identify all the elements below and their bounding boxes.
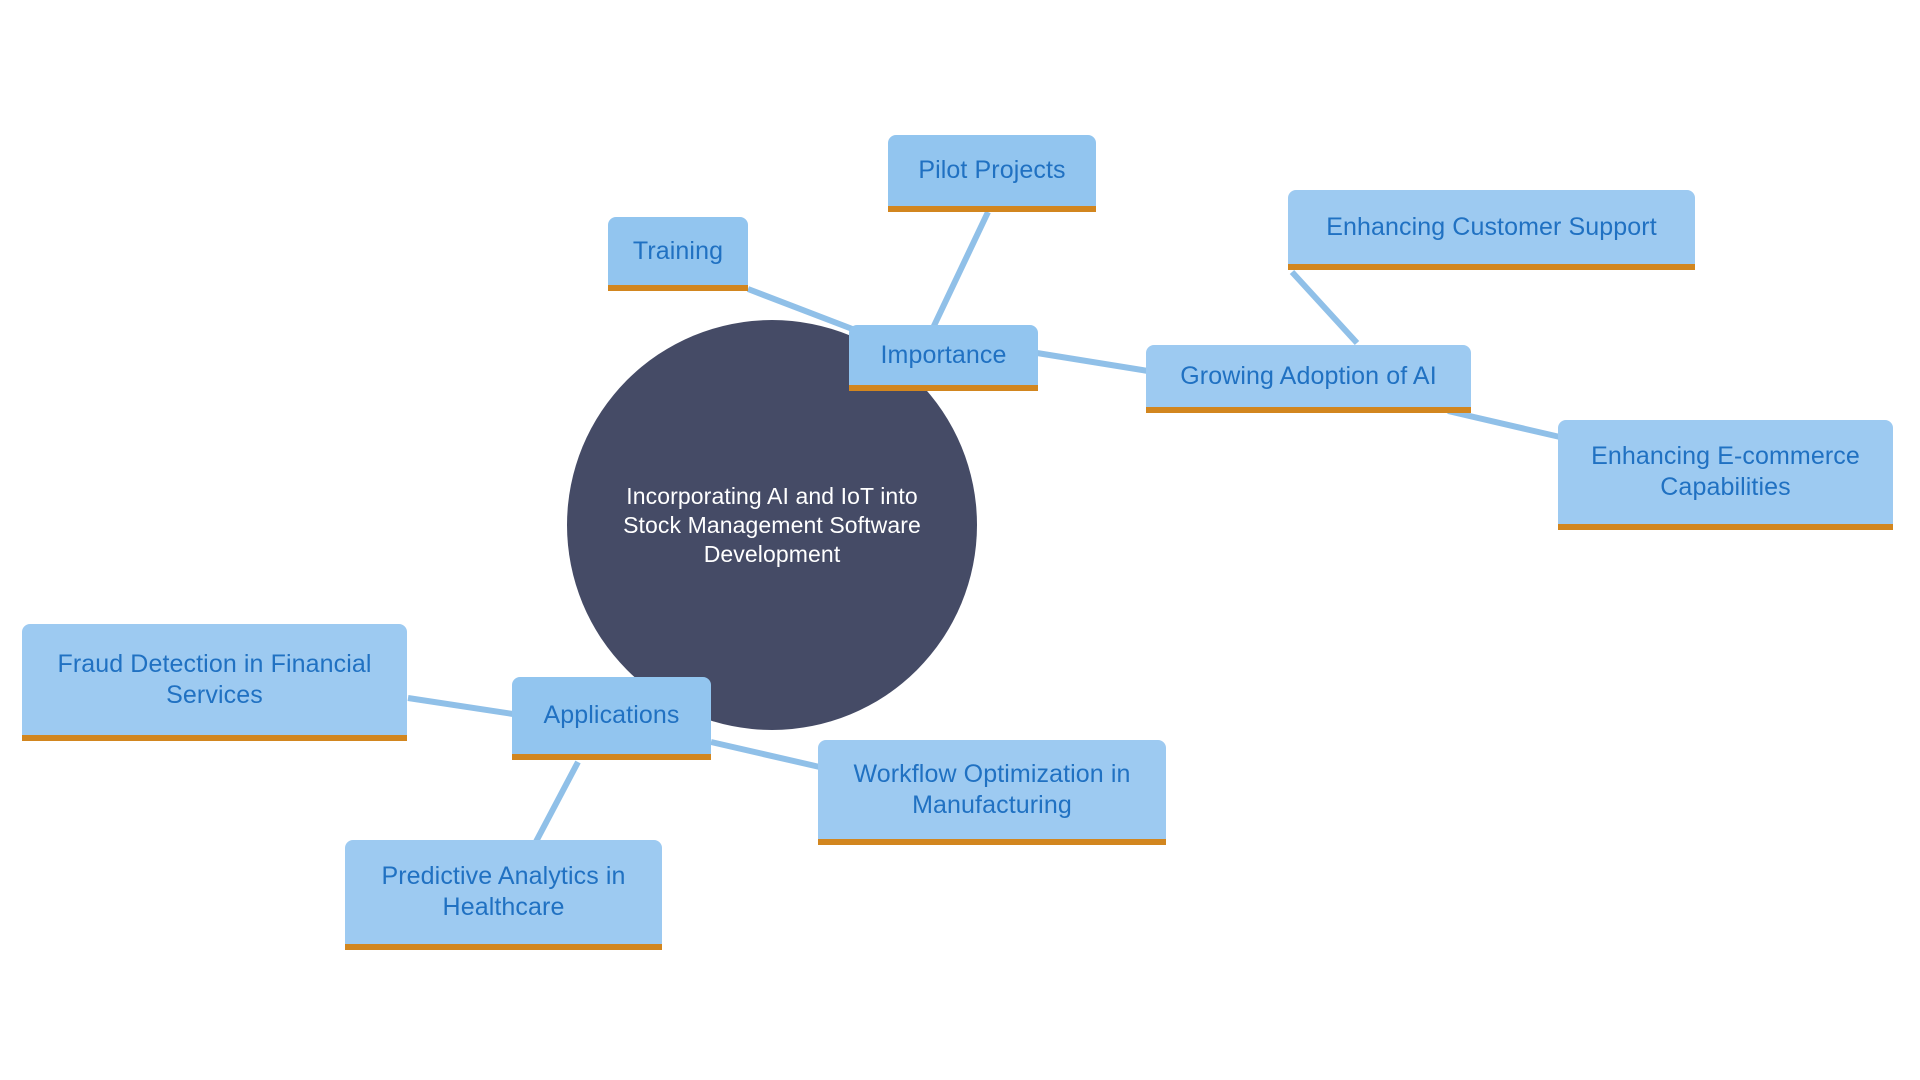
node-workflow-optimization-in-manufacturing[interactable]: Workflow Optimization in Manufacturing (818, 740, 1166, 845)
edge-growing-adoption-ecommerce (1447, 408, 1561, 440)
node-fraud-detection-in-financial-services[interactable]: Fraud Detection in Financial Services (22, 624, 407, 741)
node-training-label: Training (632, 236, 724, 265)
node-predictive-analytics-in-healthcare-label: Predictive Analytics in Healthcare (381, 862, 626, 921)
node-fraud-detection-in-financial-services-label: Fraud Detection in Financial Services (57, 649, 372, 709)
edge-importance-growing-adoption (1036, 350, 1149, 374)
node-enhancing-ecommerce-capabilities[interactable]: Enhancing E-commerce Capabilities (1558, 420, 1893, 530)
node-workflow-optimization-in-manufacturing-label: Workflow Optimization in Manufacturing (853, 759, 1131, 819)
node-applications[interactable]: Applications (512, 677, 711, 760)
root-node-label: Incorporating AI and IoT into Stock Mana… (623, 482, 921, 567)
node-growing-adoption-of-ai[interactable]: Growing Adoption of AI (1146, 345, 1471, 413)
edge-pilot-projects-importance (929, 210, 991, 332)
node-enhancing-customer-support-label: Enhancing Customer Support (1326, 212, 1657, 241)
node-growing-adoption-of-ai-label: Growing Adoption of AI (1180, 361, 1437, 390)
node-applications-label: Applications (543, 701, 680, 729)
edge-applications-workflow-optimization (710, 739, 825, 771)
node-predictive-analytics-in-healthcare[interactable]: Predictive Analytics in Healthcare (345, 840, 662, 950)
node-enhancing-ecommerce-capabilities-label: Enhancing E-commerce Capabilities (1591, 442, 1860, 501)
edge-growing-adoption-customer-support (1289, 269, 1360, 346)
node-pilot-projects-label: Pilot Projects (918, 156, 1066, 184)
node-training[interactable]: Training (608, 217, 748, 291)
mindmap-canvas: Incorporating AI and IoT into Stock Mana… (0, 0, 1920, 1080)
edge-fraud-detection-applications (407, 695, 514, 717)
node-enhancing-customer-support[interactable]: Enhancing Customer Support (1288, 190, 1695, 270)
node-pilot-projects[interactable]: Pilot Projects (888, 135, 1096, 212)
node-importance[interactable]: Importance (849, 325, 1038, 391)
node-importance-label: Importance (880, 340, 1007, 369)
